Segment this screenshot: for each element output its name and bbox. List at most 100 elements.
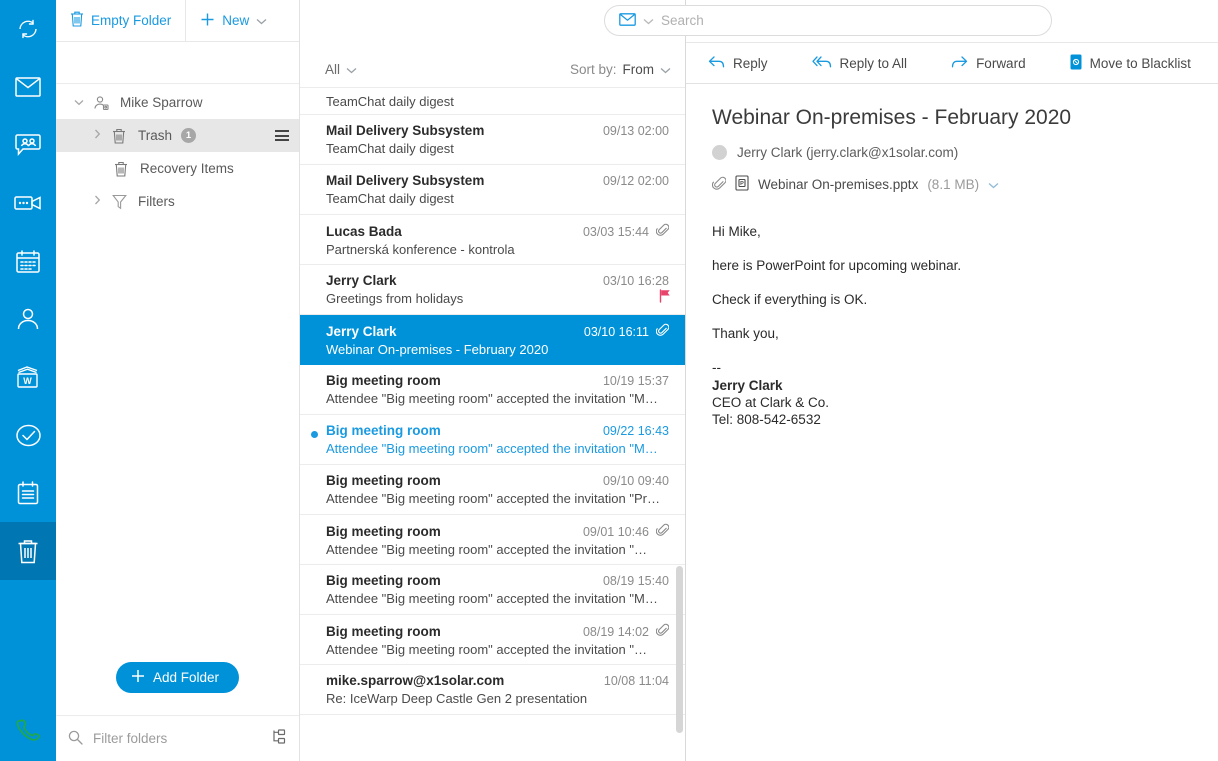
message-row[interactable]: Lucas Bada 03/03 15:44 Partnerská konfer…	[300, 215, 685, 265]
sender-row: Jerry Clark (jerry.clark@x1solar.com)	[712, 145, 1218, 160]
more-button[interactable]: More	[1213, 42, 1218, 84]
search-bar[interactable]: Search	[604, 5, 1052, 36]
message-row[interactable]: Big meeting room 10/19 15:37 Attendee "B…	[300, 365, 685, 415]
sort-dropdown[interactable]: Sort by: From	[570, 62, 671, 77]
sender-name: Jerry Clark (jerry.clark@x1solar.com)	[737, 145, 958, 160]
rail-item-mail[interactable]	[0, 58, 56, 116]
new-button[interactable]: New	[186, 0, 281, 42]
message-date: 08/19 14:02	[583, 625, 649, 639]
rail-item-tasks[interactable]	[0, 406, 56, 464]
mail-icon[interactable]	[619, 13, 636, 29]
rail-item-notes[interactable]	[0, 464, 56, 522]
message-subject: Attendee "Big meeting room" accepted the…	[326, 391, 669, 406]
body-line-2: Check if everything is OK.	[712, 292, 1218, 309]
reply-button[interactable]: Reply	[686, 42, 790, 84]
rail-item-meetings[interactable]	[0, 174, 56, 232]
folder-row-filters[interactable]: Filters	[56, 185, 299, 218]
rail-item-phone[interactable]	[0, 701, 56, 761]
reply-all-button[interactable]: Reply to All	[790, 42, 930, 84]
folder-label: Recovery Items	[140, 161, 234, 176]
flag-icon[interactable]	[659, 289, 671, 306]
message-row[interactable]: Jerry Clark 03/10 16:28 Greetings from h…	[300, 265, 685, 315]
app-rail: W	[0, 0, 56, 761]
attachment-icon	[656, 623, 669, 636]
message-subject: Attendee "Big meeting room" accepted the…	[326, 491, 669, 506]
message-list-scroll[interactable]: TeamChat daily digest Mail Delivery Subs…	[300, 88, 685, 761]
folder-row-recovery-items[interactable]: Recovery Items	[56, 152, 299, 185]
message-row[interactable]: Big meeting room 08/19 14:02 Attendee "B…	[300, 615, 685, 665]
message-row[interactable]: Big meeting room 08/19 15:40 Attendee "B…	[300, 565, 685, 615]
message-subject: Greetings from holidays	[326, 291, 669, 306]
message-row[interactable]: Mail Delivery Subsystem 09/12 02:00 Team…	[300, 165, 685, 215]
search-input[interactable]: Search	[661, 13, 704, 28]
reply-icon	[708, 55, 725, 72]
chevron-down-icon[interactable]	[68, 97, 90, 109]
empty-folder-label: Empty Folder	[91, 13, 171, 28]
message-list-scrollbar[interactable]	[676, 566, 683, 733]
message-from: Big meeting room	[326, 624, 575, 639]
contacts-icon	[16, 307, 40, 331]
list-scope-dropdown[interactable]: All	[325, 62, 357, 77]
rail-item-teamchat[interactable]	[0, 116, 56, 174]
message-date: 08/19 15:40	[603, 574, 669, 588]
signature-phone: Tel: 808-542-6532	[712, 412, 1218, 429]
message-date: 09/13 02:00	[603, 124, 669, 138]
rail-item-documents[interactable]: W	[0, 348, 56, 406]
message-date: 09/12 02:00	[603, 174, 669, 188]
avatar	[712, 145, 727, 160]
chevron-down-icon[interactable]	[643, 13, 654, 28]
svg-text:W: W	[23, 376, 32, 386]
add-folder-button[interactable]: Add Folder	[116, 662, 239, 693]
move-to-blacklist-button[interactable]: Move to Blacklist	[1048, 42, 1213, 84]
folders-bottom: Add Folder Filter folders	[56, 662, 299, 761]
empty-folder-button[interactable]: Empty Folder	[56, 0, 186, 42]
message-subject: Re: IceWarp Deep Castle Gen 2 presentati…	[326, 691, 669, 706]
message-from: Mail Delivery Subsystem	[326, 123, 595, 138]
filter-folders-input[interactable]: Filter folders	[93, 731, 261, 746]
chevron-right-icon[interactable]	[86, 195, 108, 208]
message-from: Big meeting room	[326, 573, 595, 588]
trash-icon	[110, 161, 132, 177]
rail-item-sync[interactable]	[0, 0, 56, 58]
message-date: 03/03 15:44	[583, 225, 649, 239]
folder-row-trash[interactable]: Trash 1	[56, 119, 299, 152]
sort-by-label: Sort by:	[570, 62, 617, 77]
rail-item-contacts[interactable]	[0, 290, 56, 348]
folder-menu-icon[interactable]	[275, 130, 289, 141]
attachment-icon	[656, 223, 669, 236]
message-list-header: All Sort by: From	[300, 52, 685, 88]
folder-row-account[interactable]: Mike Sparrow	[56, 86, 299, 119]
plus-icon	[200, 12, 215, 30]
rail-item-trash[interactable]	[0, 522, 56, 580]
message-row-unread[interactable]: Big meeting room 09/22 16:43 Attendee "B…	[300, 415, 685, 465]
message-row[interactable]: TeamChat daily digest	[300, 88, 685, 115]
message-from: Jerry Clark	[326, 324, 576, 339]
message-row[interactable]: mike.sparrow@x1solar.com 10/08 11:04 Re:…	[300, 665, 685, 715]
chevron-down-icon[interactable]	[988, 177, 999, 192]
folders-tree: Mike Sparrow Trash 1	[56, 84, 299, 662]
forward-button[interactable]: Forward	[929, 42, 1048, 84]
attachment-row[interactable]: P Webinar On-premises.pptx (8.1 MB)	[712, 175, 1218, 194]
message-date: 09/01 10:46	[583, 525, 649, 539]
message-subject: Partnerská konference - kontrola	[326, 242, 669, 257]
tree-view-icon[interactable]	[271, 729, 287, 748]
reading-pane-column: Reply Reply to All	[686, 0, 1218, 761]
message-row[interactable]: Mail Delivery Subsystem 09/13 02:00 Team…	[300, 115, 685, 165]
message-date: 09/22 16:43	[603, 424, 669, 438]
message-actions-toolbar: Reply Reply to All	[686, 42, 1218, 84]
folder-label: Mike Sparrow	[120, 95, 203, 110]
rail-item-calendar[interactable]	[0, 232, 56, 290]
forward-icon	[951, 55, 968, 72]
message-row[interactable]: Big meeting room 09/01 10:46 Attendee "B…	[300, 515, 685, 565]
mail-icon	[15, 77, 41, 97]
signature-name: Jerry Clark	[712, 378, 1218, 395]
message-row[interactable]: Big meeting room 09/10 09:40 Attendee "B…	[300, 465, 685, 515]
folders-toolbar: Empty Folder New	[56, 0, 299, 42]
folders-column: Empty Folder New	[56, 0, 300, 761]
filter-folders-bar[interactable]: Filter folders	[56, 715, 299, 761]
chevron-right-icon[interactable]	[86, 129, 108, 142]
reading-pane-body: Webinar On-premises - February 2020 Jerr…	[686, 84, 1218, 761]
message-row-selected[interactable]: Jerry Clark 03/10 16:11 Webinar On-premi…	[300, 315, 685, 365]
message-from: Jerry Clark	[326, 273, 595, 288]
blacklist-icon	[1070, 54, 1082, 73]
